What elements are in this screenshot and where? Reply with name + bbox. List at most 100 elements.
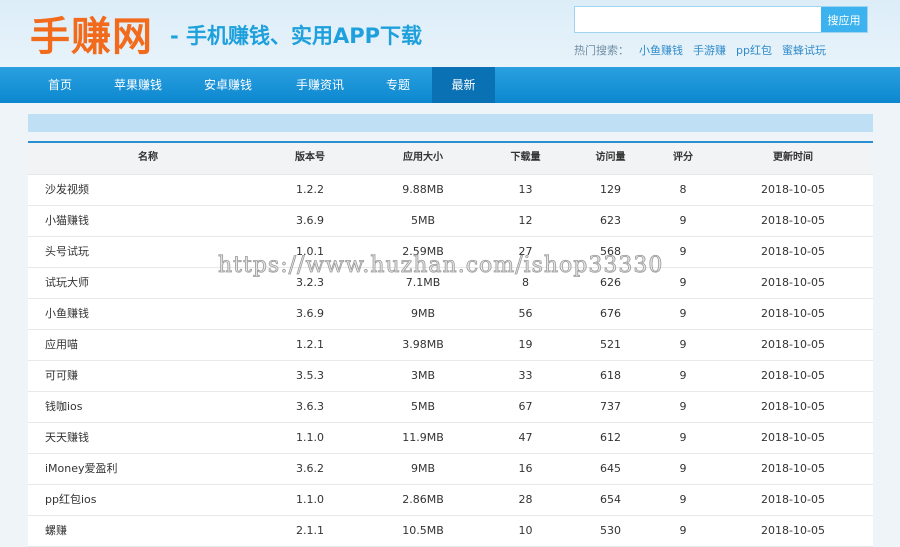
cell-updated: 2018-10-05 [761,245,825,258]
cell-name[interactable]: 小鱼赚钱 [45,299,89,329]
cell-name[interactable]: 天天赚钱 [45,423,89,453]
table-row[interactable]: pp红包ios 1.1.0 2.86MB 28 654 9 2018-10-05 [28,485,873,516]
cell-visits: 521 [600,338,621,351]
cell-visits: 623 [600,214,621,227]
section-bar [28,114,873,132]
cell-score: 9 [679,369,687,382]
cell-size: 3MB [410,369,436,382]
hot-label: 热门搜索： [574,44,629,57]
cell-visits: 618 [600,369,621,382]
logo[interactable]: 手赚网 [30,4,153,62]
hot-link[interactable]: 手游赚 [693,44,726,57]
cell-score: 9 [679,462,687,475]
cell-name[interactable]: 沙发视频 [45,175,89,205]
cell-score: 9 [679,431,687,444]
cell-visits: 676 [600,307,621,320]
cell-score: 9 [679,307,687,320]
cell-updated: 2018-10-05 [761,400,825,413]
cell-name[interactable]: pp红包ios [45,485,96,515]
cell-version: 2.1.1 [296,524,324,537]
search-box: 搜应用 [574,6,868,33]
table-row[interactable]: iMoney爱盈利 3.6.2 9MB 16 645 9 2018-10-05 [28,454,873,485]
cell-score: 9 [679,493,687,506]
cell-name[interactable]: 试玩大师 [45,268,89,298]
cell-updated: 2018-10-05 [761,338,825,351]
cell-name[interactable]: 钱咖ios [45,392,83,422]
main-nav: 首页 苹果赚钱 安卓赚钱 手赚资讯 专题 最新 [0,67,900,103]
search-button[interactable]: 搜应用 [821,7,867,32]
cell-version: 3.6.9 [296,307,324,320]
cell-size: 10.5MB [402,524,444,537]
cell-version: 1.2.2 [296,183,324,196]
cell-size: 2.86MB [402,493,444,506]
nav-latest[interactable]: 最新 [432,67,495,103]
cell-updated: 2018-10-05 [761,524,825,537]
app-table: 名称 版本号 应用大小 下载量 访问量 评分 更新时间 沙发视频 1.2.2 9.8… [28,141,873,547]
cell-score: 9 [679,276,687,289]
col-downloads: 下载量 [510,152,541,163]
cell-downloads: 13 [518,183,533,196]
cell-name[interactable]: 螺赚 [45,516,67,546]
cell-size: 9.88MB [402,183,444,196]
cell-updated: 2018-10-05 [761,307,825,320]
cell-downloads: 56 [518,307,533,320]
cell-version: 3.6.9 [296,214,324,227]
cell-visits: 612 [600,431,621,444]
cell-name[interactable]: iMoney爱盈利 [45,454,118,484]
table-row[interactable]: 沙发视频 1.2.2 9.88MB 13 129 8 2018-10-05 [28,175,873,206]
table-row[interactable]: 钱咖ios 3.6.3 5MB 67 737 9 2018-10-05 [28,392,873,423]
nav-news[interactable]: 手赚资讯 [282,67,358,103]
table-row[interactable]: 天天赚钱 1.1.0 11.9MB 47 612 9 2018-10-05 [28,423,873,454]
hot-link[interactable]: 小鱼赚钱 [639,44,683,57]
cell-version: 1.1.0 [296,431,324,444]
cell-version: 3.6.2 [296,462,324,475]
cell-visits: 737 [600,400,621,413]
hot-link[interactable]: 蜜蜂试玩 [782,44,826,57]
hot-link[interactable]: pp红包 [736,44,772,57]
table-row[interactable]: 可可赚 3.5.3 3MB 33 618 9 2018-10-05 [28,361,873,392]
cell-updated: 2018-10-05 [761,493,825,506]
cell-size: 3.98MB [402,338,444,351]
col-version: 版本号 [295,152,325,163]
cell-downloads: 12 [518,214,533,227]
cell-name[interactable]: 可可赚 [45,361,78,391]
cell-version: 1.1.0 [296,493,324,506]
col-visits: 访问量 [595,152,626,163]
table-row[interactable]: 应用喵 1.2.1 3.98MB 19 521 9 2018-10-05 [28,330,873,361]
slogan: - 手机赚钱、实用APP下载 [170,24,423,48]
cell-visits: 129 [600,183,621,196]
col-updated: 更新时间 [773,152,813,163]
cell-score: 9 [679,400,687,413]
cell-updated: 2018-10-05 [761,462,825,475]
cell-score: 9 [679,245,687,258]
cell-updated: 2018-10-05 [761,276,825,289]
cell-version: 1.2.1 [296,338,324,351]
nav-home[interactable]: 首页 [28,67,92,103]
cell-name[interactable]: 小猫赚钱 [45,206,89,236]
cell-updated: 2018-10-05 [761,431,825,444]
col-score: 评分 [673,152,693,163]
cell-downloads: 33 [518,369,533,382]
nav-ios[interactable]: 苹果赚钱 [100,67,176,103]
table-row[interactable]: 小鱼赚钱 3.6.9 9MB 56 676 9 2018-10-05 [28,299,873,330]
cell-downloads: 19 [518,338,533,351]
nav-topics[interactable]: 专题 [370,67,426,103]
cell-downloads: 28 [518,493,533,506]
cell-score: 9 [679,214,687,227]
search-input[interactable] [575,7,821,32]
table-header: 名称 版本号 应用大小 下载量 访问量 评分 更新时间 [28,143,873,175]
cell-score: 9 [679,338,687,351]
nav-android[interactable]: 安卓赚钱 [190,67,266,103]
col-name: 名称 [138,152,158,163]
cell-name[interactable]: 头号试玩 [45,237,89,267]
cell-downloads: 10 [518,524,533,537]
cell-version: 3.5.3 [296,369,324,382]
cell-score: 8 [679,183,687,196]
cell-visits: 654 [600,493,621,506]
table-row[interactable]: 螺赚 2.1.1 10.5MB 10 530 9 2018-10-05 [28,516,873,547]
cell-visits: 530 [600,524,621,537]
cell-downloads: 67 [518,400,533,413]
table-row[interactable]: 小猫赚钱 3.6.9 5MB 12 623 9 2018-10-05 [28,206,873,237]
col-size: 应用大小 [403,152,443,163]
cell-name[interactable]: 应用喵 [45,330,78,360]
